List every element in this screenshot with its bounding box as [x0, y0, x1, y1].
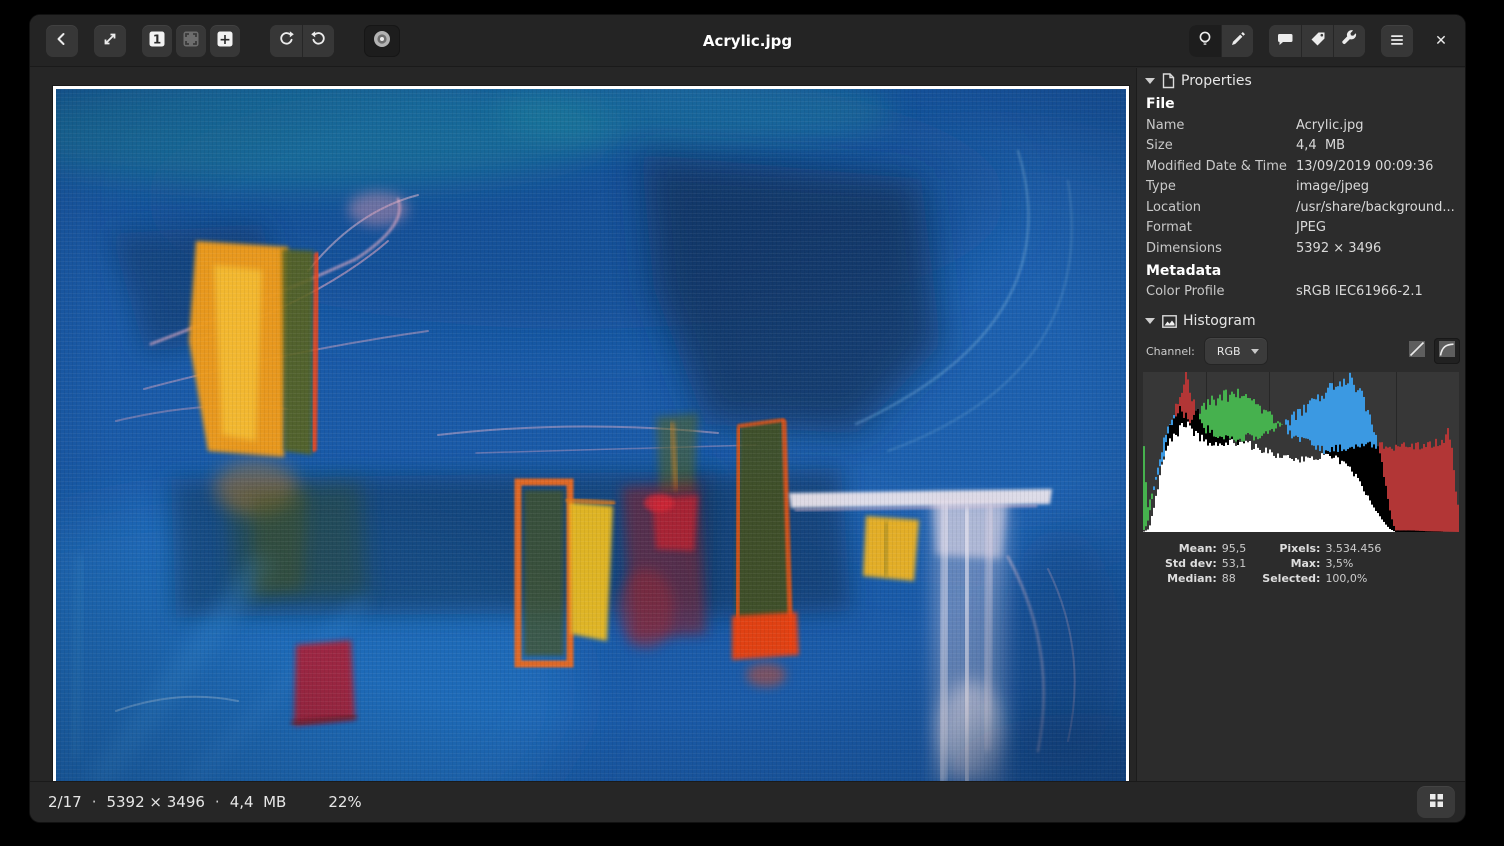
- pixels-label: Pixels:: [1262, 542, 1325, 555]
- tag-icon: [1309, 30, 1327, 52]
- rotate-group: [270, 25, 334, 57]
- target-toggle-button[interactable]: [364, 25, 400, 57]
- prop-row-location: Location /usr/share/background...: [1137, 197, 1465, 218]
- image-size: 4,4 MB: [230, 793, 287, 811]
- picture-icon: [1162, 315, 1177, 328]
- annotate-group: [1269, 25, 1365, 57]
- prop-row-format: Format JPEG: [1137, 218, 1465, 239]
- zoom-original-icon: 1: [147, 29, 167, 53]
- histogram-header-label: Histogram: [1183, 313, 1256, 329]
- histogram-stats: Mean: 95,5 Std dev: 53,1 Median: 88 Pixe…: [1165, 542, 1465, 585]
- histogram-expander[interactable]: Histogram: [1137, 308, 1465, 332]
- expander-triangle-icon: [1145, 318, 1155, 324]
- app-window: Acrylic.jpg: [30, 15, 1465, 822]
- rotate-left-icon: [277, 30, 295, 52]
- comment-icon: [1276, 30, 1294, 52]
- comment-button[interactable]: [1269, 25, 1301, 57]
- rotate-left-button[interactable]: [270, 25, 302, 57]
- brush-icon: [1229, 30, 1247, 52]
- max-label: Max:: [1262, 557, 1325, 570]
- separator-dot: ·: [215, 793, 220, 811]
- tag-button[interactable]: [1301, 25, 1333, 57]
- selected-label: Selected:: [1262, 572, 1325, 585]
- view-mode-group: [1189, 25, 1253, 57]
- image-frame: [53, 86, 1129, 786]
- zoom-in-icon: +: [215, 29, 235, 53]
- metadata-section-header: Metadata: [1137, 259, 1465, 282]
- zoom-in-button[interactable]: +: [210, 25, 240, 57]
- channel-row: Channel: RGB: [1137, 334, 1465, 368]
- stats-column-2: Pixels: 3.534.456 Max: 3,5% Selected: 10…: [1262, 542, 1381, 585]
- stddev-value: 53,1: [1222, 557, 1247, 570]
- properties-sidebar: Properties File Name Acrylic.jpg Size 4,…: [1137, 68, 1465, 781]
- rotate-right-icon: [310, 30, 328, 52]
- prop-row-type: Type image/jpeg: [1137, 177, 1465, 198]
- histogram-linear-button[interactable]: [1405, 339, 1429, 363]
- wrench-icon: [1341, 30, 1359, 52]
- channel-dropdown[interactable]: RGB: [1205, 338, 1267, 364]
- mean-label: Mean:: [1165, 542, 1222, 555]
- thumbnail-grid-button[interactable]: [1417, 786, 1455, 818]
- titlebar: Acrylic.jpg: [30, 15, 1465, 67]
- selected-value: 100,0%: [1325, 572, 1381, 585]
- mean-value: 95,5: [1222, 542, 1247, 555]
- fullscreen-button[interactable]: [94, 25, 126, 57]
- acrylic-painting-image: [56, 89, 1126, 783]
- prop-row-modified: Modified Date & Time 13/09/2019 00:09:36: [1137, 156, 1465, 177]
- histogram-logarithmic-button[interactable]: [1434, 338, 1460, 364]
- zoom-fit-icon: [181, 29, 201, 53]
- document-icon: [1162, 73, 1175, 89]
- properties-expander[interactable]: Properties: [1137, 68, 1465, 92]
- linear-scale-icon: [1409, 341, 1425, 361]
- target-circle-icon: [372, 29, 392, 53]
- median-label: Median:: [1165, 572, 1222, 585]
- median-value: 88: [1222, 572, 1247, 585]
- menu-icon: [1389, 32, 1405, 51]
- expander-triangle-icon: [1145, 78, 1155, 84]
- back-button[interactable]: [46, 25, 78, 57]
- properties-header-label: Properties: [1181, 73, 1252, 89]
- file-section-header: File: [1137, 92, 1465, 115]
- chevron-left-icon: [53, 30, 71, 52]
- image-dimensions: 5392 × 3496: [106, 793, 204, 811]
- chevron-down-icon: [1251, 349, 1259, 354]
- menu-button[interactable]: [1381, 25, 1413, 57]
- max-value: 3,5%: [1325, 557, 1381, 570]
- lightbulb-icon: [1196, 30, 1214, 52]
- zoom-fit-button[interactable]: [176, 25, 206, 57]
- prop-row-dimensions: Dimensions 5392 × 3496: [1137, 238, 1465, 259]
- rotate-right-button[interactable]: [302, 25, 334, 57]
- svg-text:+: +: [219, 32, 231, 48]
- zoom-level: 22%: [328, 793, 361, 811]
- grid-icon: [1429, 793, 1444, 812]
- statusbar: 2/17 · 5392 × 3496 · 4,4 MB 22%: [30, 781, 1465, 822]
- edit-button[interactable]: [1221, 25, 1253, 57]
- zoom-original-button[interactable]: 1: [142, 25, 172, 57]
- histogram-chart: [1143, 372, 1459, 532]
- tools-button[interactable]: [1333, 25, 1365, 57]
- prop-row-size: Size 4,4 MB: [1137, 136, 1465, 157]
- stddev-label: Std dev:: [1165, 557, 1222, 570]
- close-icon: ✕: [1435, 33, 1447, 49]
- pixels-value: 3.534.456: [1325, 542, 1381, 555]
- image-position: 2/17: [48, 793, 82, 811]
- stats-column-1: Mean: 95,5 Std dev: 53,1 Median: 88: [1165, 542, 1246, 585]
- close-button[interactable]: ✕: [1425, 25, 1457, 57]
- prop-row-color-profile: Color Profile sRGB IEC61966-2.1: [1137, 282, 1465, 303]
- svg-text:1: 1: [153, 33, 161, 47]
- logarithmic-scale-icon: [1439, 341, 1455, 361]
- separator-dot: ·: [92, 793, 97, 811]
- channel-label: Channel:: [1146, 345, 1195, 358]
- channel-value: RGB: [1217, 345, 1251, 358]
- fullscreen-arrows-icon: [101, 30, 119, 52]
- status-text: 2/17 · 5392 × 3496 · 4,4 MB 22%: [30, 793, 362, 811]
- prop-row-name: Name Acrylic.jpg: [1137, 115, 1465, 136]
- image-viewer[interactable]: [30, 68, 1136, 781]
- properties-toggle-button[interactable]: [1189, 25, 1221, 57]
